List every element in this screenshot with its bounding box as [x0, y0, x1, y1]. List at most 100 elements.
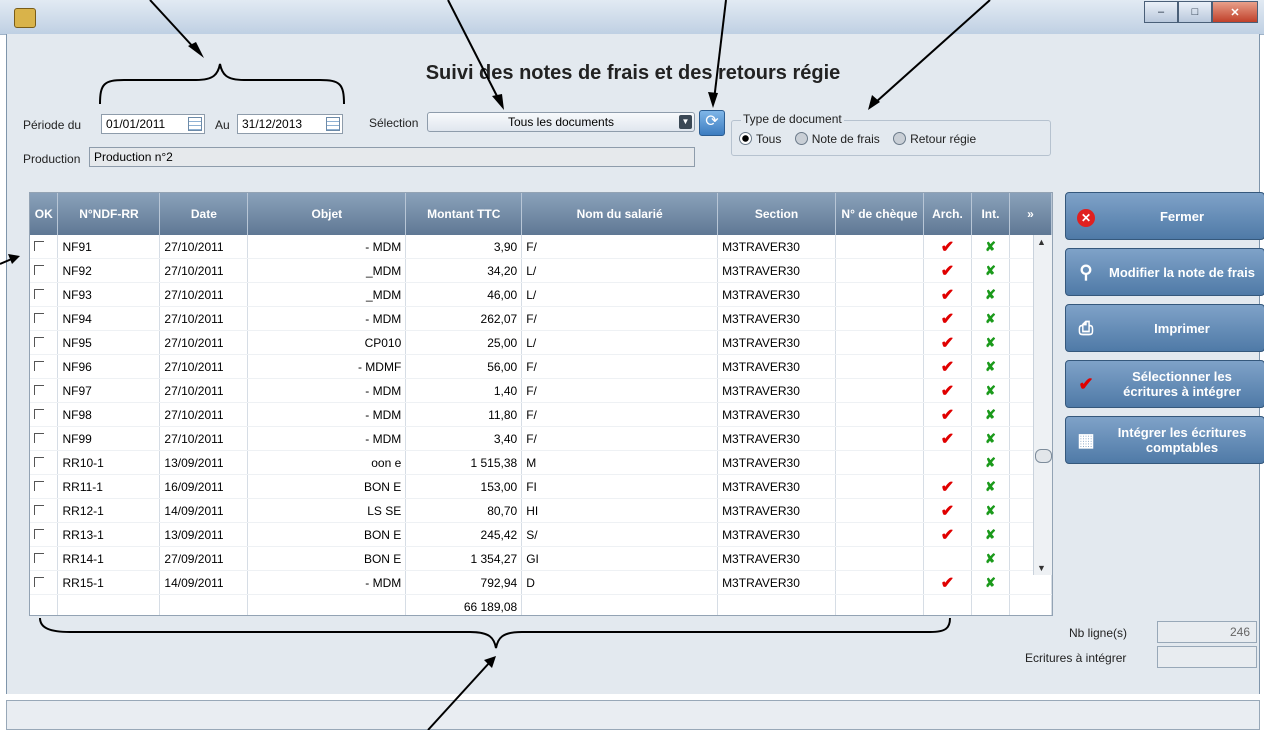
arch-cell: ✔	[923, 498, 972, 523]
checkbox-icon[interactable]	[34, 432, 44, 443]
checkbox-icon[interactable]	[34, 336, 44, 347]
ok-cell[interactable]	[30, 426, 59, 451]
checkbox-icon[interactable]	[34, 312, 44, 323]
calendar-icon[interactable]	[188, 117, 202, 131]
checkbox-icon[interactable]	[34, 456, 44, 467]
total-cell	[521, 594, 719, 615]
cheque-cell	[835, 426, 924, 451]
checkbox-icon[interactable]	[34, 384, 44, 395]
calendar-icon[interactable]	[326, 117, 340, 131]
checkbox-icon[interactable]	[34, 264, 44, 275]
table-row[interactable]: RR15-1 14/09/2011- MDM 792,94 D M3TRAVER30 ✔ ✘	[30, 570, 1052, 595]
scroll-down-icon[interactable]: ▼	[1037, 563, 1046, 573]
radio-tous[interactable]: Tous	[739, 132, 781, 146]
table-row[interactable]: NF91 27/10/2011- MDM 3,90 F/M3TRAVER30 ✔ ✘	[30, 235, 1052, 259]
close-window-button[interactable]: ✕	[1212, 1, 1258, 23]
ok-cell[interactable]	[30, 282, 59, 307]
col-int[interactable]: Int.	[971, 193, 1010, 235]
radio-retour-regie[interactable]: Retour régie	[893, 132, 976, 146]
checkmark-icon: ✔	[940, 310, 955, 328]
ok-cell[interactable]	[30, 306, 59, 331]
montant-cell: 25,00	[405, 330, 523, 355]
checkbox-icon[interactable]	[34, 288, 44, 299]
modify-button[interactable]: ⚲ Modifier la note de frais	[1065, 248, 1264, 296]
production-field: Production n°2	[89, 147, 695, 167]
section-cell: M3TRAVER30	[717, 354, 837, 379]
col-section[interactable]: Section	[717, 193, 837, 235]
col-ndf-rr[interactable]: N°NDF-RR	[57, 193, 161, 235]
table-row[interactable]: NF94 27/10/2011- MDM 262,07 F/M3TRAVER30 ✔ ✘	[30, 306, 1052, 331]
cross-icon: ✘	[985, 238, 996, 254]
table-row[interactable]: NF98 27/10/2011- MDM 11,80 F/M3TRAVER30 ✔ ✘	[30, 402, 1052, 427]
print-button[interactable]: ⎙ Imprimer	[1065, 304, 1264, 352]
minimize-button[interactable]: –	[1144, 1, 1178, 23]
documents-table[interactable]: OK N°NDF-RR Date Objet Montant TTC Nom d…	[29, 192, 1053, 616]
section-cell: M3TRAVER30	[717, 450, 837, 475]
objet-cell: BON E	[247, 474, 407, 499]
section-cell: M3TRAVER30	[717, 522, 837, 547]
rows-count-label: Nb ligne(s)	[1069, 626, 1128, 640]
integrate-button[interactable]: ▦ Intégrer les écritures comptables	[1065, 416, 1264, 464]
table-row[interactable]: RR11-1 16/09/2011 BON E 153,00 FI M3TRAVER30 ✔…	[30, 474, 1052, 499]
scroll-thumb[interactable]	[1035, 449, 1052, 463]
table-row[interactable]: NF97 27/10/2011- MDM 1,40 F/M3TRAVER30 ✔ ✘	[30, 378, 1052, 403]
ok-cell[interactable]	[30, 330, 59, 355]
chevron-down-icon[interactable]: ▼	[679, 115, 692, 129]
col-montant[interactable]: Montant TTC	[405, 193, 523, 235]
ok-cell[interactable]	[30, 378, 59, 403]
checkbox-icon[interactable]	[34, 576, 44, 587]
checkbox-icon[interactable]	[34, 360, 44, 371]
int-cell: ✘	[971, 570, 1010, 595]
ndf-cell: NF96	[57, 354, 161, 379]
refresh-button[interactable]: ⟳	[699, 110, 725, 136]
col-ok[interactable]: OK	[30, 193, 59, 235]
arch-cell: ✔	[923, 354, 972, 379]
montant-cell: 1,40	[405, 378, 523, 403]
ok-cell[interactable]	[30, 235, 59, 259]
ok-cell[interactable]	[30, 402, 59, 427]
column-chooser-button[interactable]: »	[1009, 193, 1052, 235]
ok-cell[interactable]	[30, 522, 59, 547]
scroll-up-icon[interactable]: ▲	[1037, 237, 1046, 247]
nom-cell: F/	[521, 354, 719, 379]
table-row[interactable]: NF93 27/10/2011 _MDM 46,00 L/M3TRAVER30 ✔ ✘	[30, 282, 1052, 307]
ok-cell[interactable]	[30, 570, 59, 595]
ok-cell[interactable]	[30, 258, 59, 283]
checkmark-icon: ✔	[940, 502, 955, 520]
col-cheque[interactable]: N° de chèque	[835, 193, 924, 235]
ok-cell[interactable]	[30, 474, 59, 499]
table-row[interactable]: NF92 27/10/2011 _MDM 34,20 L/M3TRAVER30 ✔ ✘	[30, 258, 1052, 283]
period-from-field[interactable]: 01/01/2011	[101, 114, 205, 134]
ok-cell[interactable]	[30, 354, 59, 379]
checkbox-icon[interactable]	[34, 504, 44, 515]
maximize-button[interactable]: □	[1178, 1, 1212, 23]
select-entries-button[interactable]: ✔ Sélectionner les écritures à intégrer	[1065, 360, 1264, 408]
ok-cell[interactable]	[30, 498, 59, 523]
cross-icon: ✘	[985, 262, 996, 278]
ok-cell[interactable]	[30, 546, 59, 571]
table-row[interactable]: NF95 27/10/2011 CP010 25,00 L/M3TRAVER30 ✔ ✘	[30, 330, 1052, 355]
ok-cell[interactable]	[30, 450, 59, 475]
selection-dropdown[interactable]: Tous les documents ▼	[427, 112, 695, 132]
table-row[interactable]: RR14-1 27/09/2011 BON E1 354,27 GI M3TRAVER3…	[30, 546, 1052, 571]
close-button[interactable]: ✕ Fermer	[1065, 192, 1264, 240]
col-date[interactable]: Date	[159, 193, 249, 235]
table-row[interactable]: RR12-1 14/09/2011 LS SE 80,70 HI M3TRAVER30 ✔ ✘	[30, 498, 1052, 523]
table-row[interactable]: RR13-1 13/09/2011 BON E 245,42 S/M3TRAVER30 ✔…	[30, 522, 1052, 547]
section-cell: M3TRAVER30	[717, 546, 837, 571]
checkbox-icon[interactable]	[34, 240, 44, 251]
table-row[interactable]: RR10-1 13/09/2011 oon e1 515,38 M M3TRAVER30…	[30, 450, 1052, 475]
checkbox-icon[interactable]	[34, 552, 44, 563]
col-nom[interactable]: Nom du salarié	[521, 193, 719, 235]
table-row[interactable]: NF96 27/10/2011- MDMF 56,00 F/M3TRAVER30 ✔ ✘	[30, 354, 1052, 379]
col-arch[interactable]: Arch.	[923, 193, 972, 235]
radio-note-de-frais[interactable]: Note de frais	[794, 132, 880, 146]
int-cell: ✘	[971, 522, 1010, 547]
checkbox-icon[interactable]	[34, 528, 44, 539]
period-to-field[interactable]: 31/12/2013	[237, 114, 343, 134]
table-row[interactable]: NF99 27/10/2011- MDM 3,40 F/M3TRAVER30 ✔ ✘	[30, 426, 1052, 451]
checkbox-icon[interactable]	[34, 480, 44, 491]
vertical-scrollbar[interactable]: ▲ ▼	[1033, 235, 1052, 575]
checkbox-icon[interactable]	[34, 408, 44, 419]
col-objet[interactable]: Objet	[247, 193, 407, 235]
